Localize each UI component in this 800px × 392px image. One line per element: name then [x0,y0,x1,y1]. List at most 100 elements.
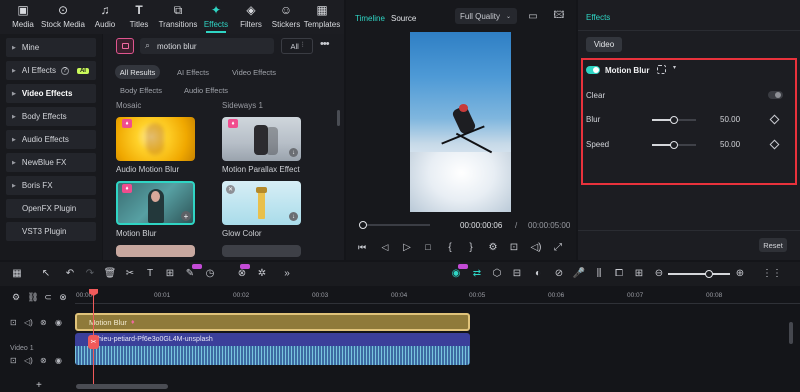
more-options-icon[interactable]: ••• [320,38,330,50]
download-icon[interactable]: ↓ [289,148,298,157]
snap-icon[interactable]: ⇄ [470,266,484,280]
zoom-slider-handle[interactable] [705,270,713,278]
quality-dropdown[interactable]: Full Quality ⌄ [455,8,517,24]
ai-tool-icon[interactable]: ✲ [255,266,269,280]
playback-handle[interactable] [359,221,367,229]
track-link-icon[interactable]: ⊗ [40,356,47,365]
filter-dropdown[interactable]: All ⫶ [281,38,313,54]
scene-detect-icon[interactable]: ⊟ [510,266,524,280]
blur-slider-handle[interactable] [670,116,678,124]
magnet-icon[interactable]: ⊂ [42,291,54,303]
cut-icon[interactable]: ✂ [123,266,137,280]
track-lock-icon[interactable]: ⊡ [10,356,17,365]
player-tab-source[interactable]: Source [391,14,416,23]
tab-effects[interactable]: ✦ Effects [198,0,234,32]
favorite-icon[interactable]: ✕ [226,185,235,194]
undo-icon[interactable]: ↶ [63,266,77,280]
track-settings-icon[interactable]: ⊗ [57,291,69,303]
tab-transitions[interactable]: ⧉ Transitions [158,0,198,32]
stabilize-icon[interactable]: ◐ [531,266,545,280]
download-icon[interactable]: ↓ [289,212,298,221]
video-tab[interactable]: Video [586,37,622,52]
chip-audio-effects[interactable]: Audio Effects [178,83,234,97]
chip-video-effects[interactable]: Video Effects [226,65,282,79]
redo-icon[interactable]: ↷ [83,266,97,280]
track-lock-icon[interactable]: ⊡ [10,318,17,327]
chevron-down-icon[interactable]: ▾ [673,64,676,71]
fullscreen-icon[interactable]: ⤢ [551,240,565,254]
chip-ai-effects[interactable]: AI Effects [170,65,216,79]
sidebar-item-mine[interactable]: ▶ Mine [6,38,96,57]
replace-icon[interactable]: ⊞ [632,266,646,280]
tab-stickers[interactable]: ☺ Stickers [268,0,304,32]
add-new-track-icon[interactable]: + [36,380,42,391]
microphone-icon[interactable]: 🎤 [572,266,586,280]
tab-audio[interactable]: ♫ Audio [88,0,122,32]
search-input[interactable]: motion blur [157,42,197,51]
timeline-horizontal-scrollbar[interactable] [76,384,168,389]
pip-icon[interactable]: ⧠ [612,266,626,280]
previous-frame-icon[interactable]: ⏮ [355,240,369,254]
clear-toggle[interactable] [768,91,783,99]
sidebar-item-vst3-plugin[interactable]: VST3 Plugin [6,222,96,241]
timeline-vertical-scrollbar[interactable] [789,322,793,344]
snapshot-icon[interactable]: 🖾 [552,10,566,22]
sidebar-item-boris-fx[interactable]: ▶ Boris FX [6,176,96,195]
tab-templates[interactable]: ▦ Templates [304,0,340,32]
marker-icon[interactable]: ⊘ [552,266,566,280]
reset-button[interactable]: Reset [759,238,787,252]
thumbnail-partial-left[interactable] [116,245,195,257]
select-tool-icon[interactable]: ↖ [39,266,53,280]
split-handle[interactable]: ✂ [88,335,99,349]
track-audio-icon[interactable]: ◁) [24,356,33,365]
sidebar-item-audio-effects[interactable]: ▶ Audio Effects [6,130,96,149]
track-visibility-icon[interactable]: ◉ [55,318,62,327]
link-icon[interactable]: ⛓ [27,291,39,303]
sidebar-item-ai-effects[interactable]: ▶ AI Effects? AI [6,61,96,80]
crop-icon[interactable]: ⊞ [163,266,177,280]
sidebar-item-video-effects[interactable]: ▶ Video Effects [6,84,96,103]
speed-icon[interactable]: ◷ [203,266,217,280]
thumbnail-partial-right[interactable] [222,245,301,257]
add-effect-button[interactable]: + [181,211,191,221]
tab-stock-media[interactable]: ⊙ Stock Media [40,0,86,32]
volume-icon[interactable]: ◁) [529,240,543,254]
track-visibility-icon[interactable]: ◉ [55,356,62,365]
text-icon[interactable]: T [143,266,157,280]
stop-icon[interactable]: □ [421,240,435,254]
zoom-out-icon[interactable]: ⊖ [652,266,666,280]
auto-highlight-icon[interactable]: ⬡ [490,266,504,280]
more-tools-icon[interactable]: » [280,266,294,280]
mark-out-icon[interactable]: } [464,240,478,254]
play-icon[interactable]: ▷ [400,240,414,254]
sidebar-item-openfx-plugin[interactable]: OpenFX Plugin [6,199,96,218]
layout-grid-icon[interactable]: ▦ [10,266,24,280]
player-tab-timeline[interactable]: Timeline [355,14,385,23]
zoom-in-icon[interactable]: ⊕ [733,266,747,280]
render-settings-icon[interactable]: ⚙ [486,240,500,254]
tab-titles[interactable]: T Titles [122,0,156,32]
favorites-button[interactable] [116,38,134,54]
step-back-icon[interactable]: ◁ [378,240,392,254]
speed-slider-handle[interactable] [670,141,678,149]
zoom-slider-track[interactable] [668,273,730,275]
video-clip[interactable]: hieu-petiard-Pf6e3o0GL4M-unsplash [75,333,470,365]
sidebar-item-body-effects[interactable]: ▶ Body Effects [6,107,96,126]
track-audio-icon[interactable]: ◁) [24,318,33,327]
tab-filters[interactable]: ◈ Filters [234,0,268,32]
chip-body-effects[interactable]: Body Effects [115,83,167,97]
timeline-settings-icon[interactable]: ⋮⋮ [762,266,782,280]
chip-all-results[interactable]: All Results [115,65,160,79]
playback-progress-track[interactable] [360,224,430,226]
sidebar-item-newblue-fx[interactable]: ▶ NewBlue FX [6,153,96,172]
effect-clip[interactable]: Motion Blur ♦ [75,313,470,331]
browser-scrollbar[interactable] [337,110,340,126]
add-track-icon[interactable]: ⚙ [10,291,22,303]
track-link-icon[interactable]: ⊗ [40,318,47,327]
grid-view-icon[interactable]: ▭ [526,10,540,22]
tab-media[interactable]: ▣ Media [6,0,40,32]
camera-icon[interactable]: ⊡ [507,240,521,254]
mark-in-icon[interactable]: { [443,240,457,254]
speed-value[interactable]: 50.00 [720,140,740,149]
effect-toggle[interactable] [586,66,600,74]
